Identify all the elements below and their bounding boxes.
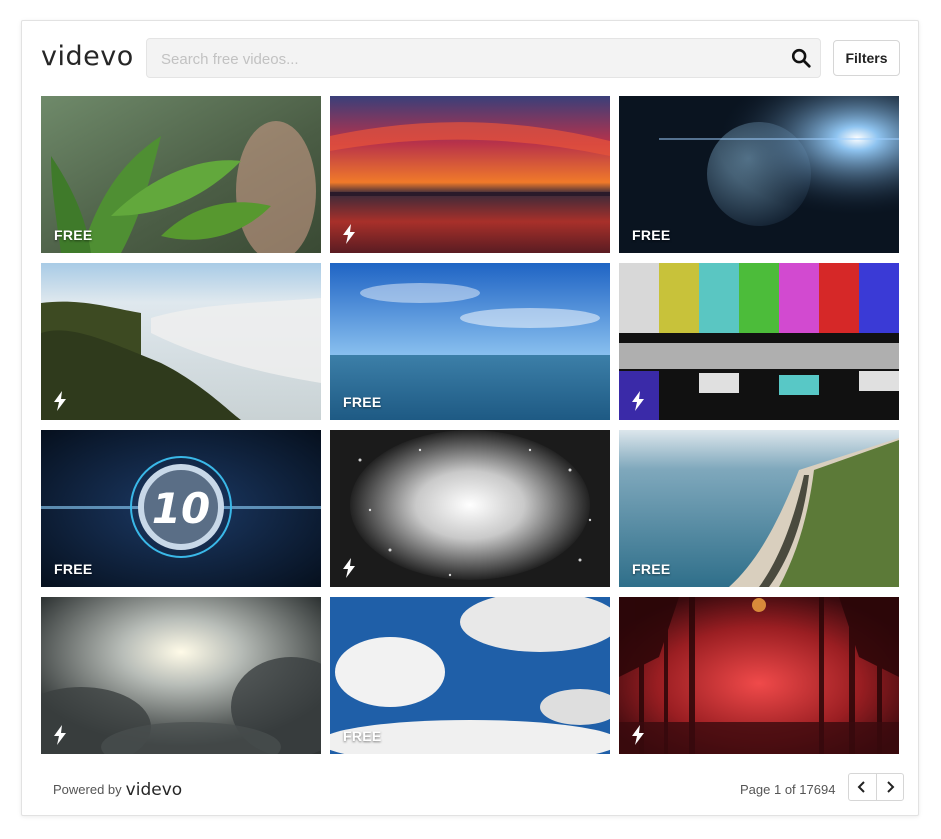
video-grid: FREE FREE FREE 10 FREE FREE FREE bbox=[41, 96, 899, 754]
video-tile-misty-forest[interactable] bbox=[41, 263, 321, 420]
video-tile-storm-clouds[interactable] bbox=[41, 597, 321, 754]
video-thumbnail bbox=[330, 96, 610, 253]
videvo-widget: videvo Filters FREE bbox=[21, 20, 919, 816]
page-info: Page 1 of 17694 bbox=[740, 782, 836, 797]
filters-button[interactable]: Filters bbox=[833, 40, 900, 76]
search-input[interactable] bbox=[159, 39, 773, 79]
search-icon[interactable] bbox=[790, 47, 812, 69]
premium-bolt-icon bbox=[54, 391, 66, 411]
video-thumbnail bbox=[330, 430, 610, 587]
premium-bolt-icon bbox=[54, 725, 66, 745]
premium-bolt-icon bbox=[343, 558, 355, 578]
chevron-right-icon bbox=[887, 781, 895, 793]
videvo-logo[interactable]: videvo bbox=[41, 37, 134, 77]
svg-text:10: 10 bbox=[152, 484, 210, 533]
powered-by-label: Powered by bbox=[53, 782, 122, 797]
video-tile-heart-particles[interactable] bbox=[330, 430, 610, 587]
video-tile-earth[interactable]: FREE bbox=[619, 96, 899, 253]
chevron-left-icon bbox=[857, 781, 865, 793]
video-tile-sunset[interactable] bbox=[330, 96, 610, 253]
premium-bolt-icon bbox=[343, 224, 355, 244]
video-tile-countdown[interactable]: 10 FREE bbox=[41, 430, 321, 587]
free-badge: FREE bbox=[343, 394, 382, 410]
powered-by-logo[interactable]: videvo bbox=[126, 780, 183, 800]
next-page-button[interactable] bbox=[877, 774, 904, 800]
video-tile-white-clouds[interactable]: FREE bbox=[330, 597, 610, 754]
video-tile-red-forest[interactable] bbox=[619, 597, 899, 754]
video-tile-coastline[interactable]: FREE bbox=[619, 430, 899, 587]
powered-by: Powered by videvo bbox=[53, 779, 182, 801]
video-tile-ocean-sky[interactable]: FREE bbox=[330, 263, 610, 420]
pagination bbox=[848, 773, 904, 801]
free-badge: FREE bbox=[632, 227, 671, 243]
free-badge: FREE bbox=[54, 227, 93, 243]
video-tile-color-bars[interactable] bbox=[619, 263, 899, 420]
free-badge: FREE bbox=[632, 561, 671, 577]
free-badge: FREE bbox=[343, 728, 382, 744]
video-thumbnail bbox=[619, 597, 899, 754]
video-thumbnail bbox=[619, 263, 899, 420]
video-thumbnail bbox=[41, 263, 321, 420]
premium-bolt-icon bbox=[632, 391, 644, 411]
prev-page-button[interactable] bbox=[849, 774, 877, 800]
free-badge: FREE bbox=[54, 561, 93, 577]
video-thumbnail bbox=[41, 597, 321, 754]
search-bar bbox=[146, 38, 821, 79]
premium-bolt-icon bbox=[632, 725, 644, 745]
video-tile-leaves[interactable]: FREE bbox=[41, 96, 321, 253]
